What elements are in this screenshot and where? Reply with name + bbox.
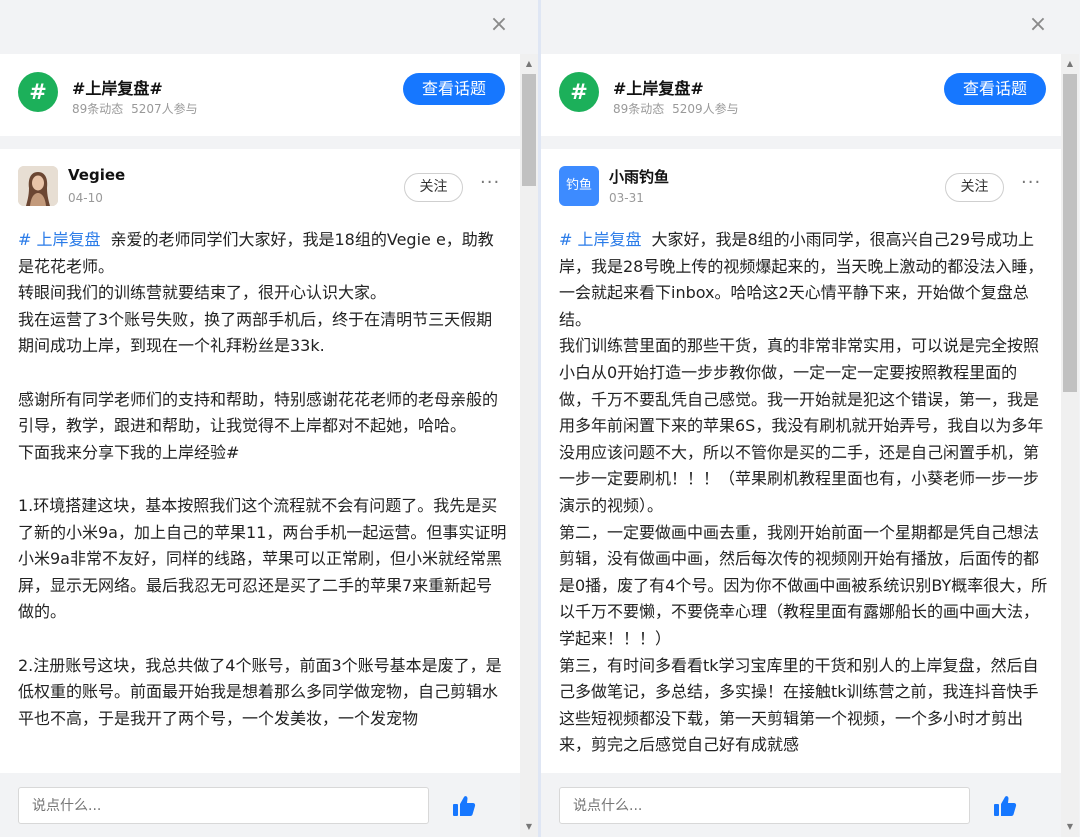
post-paragraph: 我们训练营里面的那些干货，真的非常非常实用，可以说是完全按照小白从0开始打造一步… (559, 336, 1044, 515)
topic-stats: 89条动态 5209人参与 (613, 100, 743, 117)
post-card: 钓鱼 小雨钓鱼 03-31 关注 ··· # 上岸复盘 大家好，我是8组的小雨同学… (541, 149, 1061, 773)
post-card: Vegiee 04-10 关注 ··· # 上岸复盘 亲爱的老师同学们大家好，我是… (0, 149, 520, 773)
comment-input[interactable] (18, 787, 429, 824)
author-name[interactable]: Vegiee (68, 166, 125, 184)
more-options-icon[interactable]: ··· (480, 172, 500, 193)
comment-bar (541, 773, 1061, 837)
post-paragraph: 1.环境搭建这块，基本按照我们这个流程就不会有问题了。我先是买了新的小米9a，加… (18, 495, 507, 622)
comment-input[interactable] (559, 787, 970, 824)
view-topic-button[interactable]: 查看话题 (944, 73, 1046, 105)
post-paragraph: 第二，一定要做画中画去重，我刚开始前面一个星期都是凭自己想法剪辑，没有做画中画，… (559, 522, 1048, 648)
view-topic-button[interactable]: 查看话题 (403, 73, 505, 105)
topic-stats: 89条动态 5207人参与 (72, 100, 202, 117)
follow-button[interactable]: 关注 (945, 173, 1004, 202)
topic-hashtag-link[interactable]: # 上岸复盘 (18, 230, 101, 249)
close-icon[interactable]: × (488, 14, 510, 36)
topic-title: #上岸复盘# (72, 79, 163, 98)
close-icon[interactable]: × (1027, 14, 1049, 36)
hashtag-icon: # (18, 72, 58, 112)
topic-card: # #上岸复盘# 89条动态 5207人参与 查看话题 (0, 54, 520, 136)
topic-panel-left: × # #上岸复盘# 89条动态 5207人参与 查看话题 Vegiee 04-… (0, 0, 538, 837)
post-body: # 上岸复盘 亲爱的老师同学们大家好，我是18组的Vegie e，助教是花花老师。… (18, 227, 508, 732)
topic-card: # #上岸复盘# 89条动态 5209人参与 查看话题 (541, 54, 1061, 136)
post-paragraph: 我在运营了3个账号失败，换了两部手机后，终于在清明节三天假期期间成功上岸，到现在… (18, 309, 493, 356)
avatar[interactable] (18, 166, 58, 206)
post-paragraph: 转眼间我们的训练营就要结束了，很开心认识大家。 (18, 283, 387, 303)
thumbs-up-icon[interactable] (993, 794, 1017, 818)
scroll-down-arrow-icon[interactable]: ▼ (1061, 819, 1079, 835)
scroll-up-arrow-icon[interactable]: ▲ (1061, 56, 1079, 72)
topic-panel-right: × # #上岸复盘# 89条动态 5209人参与 查看话题 钓鱼 小雨钓鱼 03… (541, 0, 1080, 837)
post-paragraph: 下面我来分享下我的上岸经验# (18, 442, 240, 462)
participant-count: 5209人参与 (672, 102, 739, 116)
participant-count: 5207人参与 (131, 102, 198, 116)
avatar-photo-icon (18, 166, 58, 206)
scroll-down-arrow-icon[interactable]: ▼ (520, 819, 538, 835)
scrollbar-thumb[interactable] (1063, 74, 1077, 392)
post-paragraph: 2.注册账号这块，我总共做了4个账号，前面3个账号基本是废了，是低权重的账号。前… (18, 655, 502, 728)
scrollbar[interactable]: ▲ ▼ (520, 54, 538, 837)
post-body: # 上岸复盘 大家好，我是8组的小雨同学，很高兴自己29号成功上岸，我是28号晚上… (559, 227, 1049, 759)
post-date: 04-10 (68, 191, 103, 205)
follow-button[interactable]: 关注 (404, 173, 463, 202)
post-paragraph: 第三，有时间多看看tk学习宝库里的干货和别人的上岸复盘，然后自己多做笔记，多总结… (559, 655, 1039, 755)
dynamic-count: 89条动态 (72, 102, 124, 116)
post-paragraph: 感谢所有同学老师们的支持和帮助，特别感谢花花老师的老母亲般的引导，教学，跟进和帮… (18, 389, 499, 436)
topic-hashtag-link[interactable]: # 上岸复盘 (559, 230, 642, 249)
post-date: 03-31 (609, 191, 644, 205)
scroll-up-arrow-icon[interactable]: ▲ (520, 56, 538, 72)
hashtag-icon: # (559, 72, 599, 112)
topic-title: #上岸复盘# (613, 79, 704, 98)
author-name[interactable]: 小雨钓鱼 (609, 166, 669, 187)
more-options-icon[interactable]: ··· (1021, 172, 1041, 193)
dynamic-count: 89条动态 (613, 102, 665, 116)
avatar[interactable]: 钓鱼 (559, 166, 599, 206)
thumbs-up-icon[interactable] (452, 794, 476, 818)
scrollbar[interactable]: ▲ ▼ (1061, 54, 1079, 837)
scrollbar-thumb[interactable] (522, 74, 536, 186)
comment-bar (0, 773, 520, 837)
